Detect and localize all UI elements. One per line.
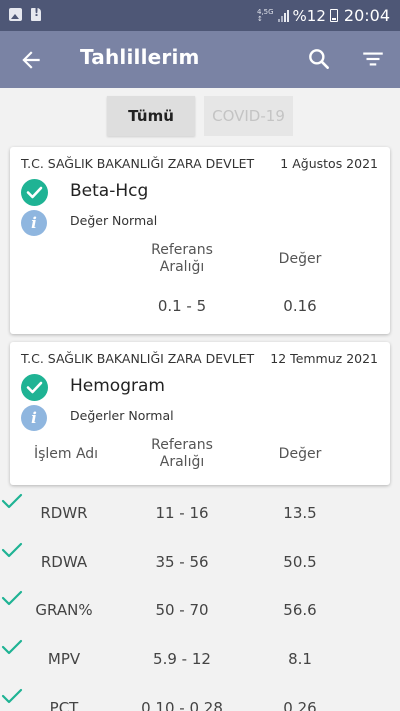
app-bar: Tahlillerim xyxy=(0,31,400,88)
sim-alert-icon xyxy=(31,6,41,21)
filter-icon[interactable] xyxy=(360,46,386,72)
table-row: RDWA 35 - 56 50.5 xyxy=(0,539,400,587)
clock: 20:04 xyxy=(343,6,390,25)
image-icon xyxy=(9,8,22,21)
table-row: GRAN% 50 - 70 56.6 xyxy=(0,587,400,635)
row-reference: 50 - 70 xyxy=(155,601,209,619)
info-icon: i xyxy=(21,210,47,236)
row-value: 13.5 xyxy=(283,504,317,522)
tab-covid19[interactable]: COVID-19 xyxy=(204,96,293,136)
row-value: 50.5 xyxy=(283,553,317,571)
row-name: MPV xyxy=(47,650,81,668)
battery-percent: %12 xyxy=(292,6,326,25)
column-header-value: Değer xyxy=(278,446,322,462)
hospital-name: T.C. SAĞLIK BAKANLIĞI ZARA DEVLET xyxy=(21,156,255,171)
row-name: PCT xyxy=(49,699,79,711)
column-header-reference: Referans Aralığı xyxy=(151,242,213,275)
network-type: 4,5G ↕ xyxy=(256,8,274,23)
result-status: Değerler Normal xyxy=(70,408,174,423)
row-reference: 35 - 56 xyxy=(155,553,209,571)
network-activity-arrows: ↕ xyxy=(256,14,263,23)
row-value: 8.1 xyxy=(288,650,312,668)
battery-icon xyxy=(329,9,338,22)
result-date: 12 Temmuz 2021 xyxy=(270,351,378,366)
row-name: GRAN% xyxy=(35,601,93,619)
info-icon: i xyxy=(21,405,47,431)
row-value: 56.6 xyxy=(283,601,317,619)
result-card-hemogram[interactable]: T.C. SAĞLIK BAKANLIĞI ZARA DEVLET 12 Tem… xyxy=(10,342,390,485)
column-header-name: İşlem Adı xyxy=(33,446,99,462)
test-name: Beta-Hcg xyxy=(70,181,149,201)
column-header-value: Değer xyxy=(278,251,322,267)
tab-all[interactable]: Tümü xyxy=(107,96,195,136)
row-value: 0.26 xyxy=(283,699,317,711)
result-value: 0.16 xyxy=(283,297,317,315)
column-header-reference: Referans Aralığı xyxy=(151,437,213,470)
row-reference: 0.10 - 0.28 xyxy=(141,699,223,711)
back-arrow-icon[interactable] xyxy=(18,47,44,73)
check-circle-icon xyxy=(21,374,48,401)
row-name: RDWA xyxy=(40,553,88,571)
result-date: 1 Ağustos 2021 xyxy=(280,156,378,171)
result-status: Değer Normal xyxy=(70,213,158,228)
reference-range: 0.1 - 5 xyxy=(157,297,207,315)
row-name: RDWR xyxy=(40,504,88,522)
signal-icon xyxy=(277,9,289,22)
test-name: Hemogram xyxy=(70,376,165,396)
row-reference: 5.9 - 12 xyxy=(153,650,211,668)
check-circle-icon xyxy=(21,179,48,206)
status-bar: 4,5G ↕ %12 20:04 xyxy=(0,0,400,31)
hospital-name: T.C. SAĞLIK BAKANLIĞI ZARA DEVLET xyxy=(21,351,255,366)
result-card-beta-hcg[interactable]: T.C. SAĞLIK BAKANLIĞI ZARA DEVLET 1 Ağus… xyxy=(10,147,390,334)
search-icon[interactable] xyxy=(306,46,332,72)
table-row: RDWR 11 - 16 13.5 xyxy=(0,490,400,538)
table-row: PCT 0.10 - 0.28 0.26 xyxy=(0,685,400,711)
row-reference: 11 - 16 xyxy=(155,504,209,522)
table-row: MPV 5.9 - 12 8.1 xyxy=(0,636,400,684)
page-title: Tahlillerim xyxy=(80,45,200,69)
